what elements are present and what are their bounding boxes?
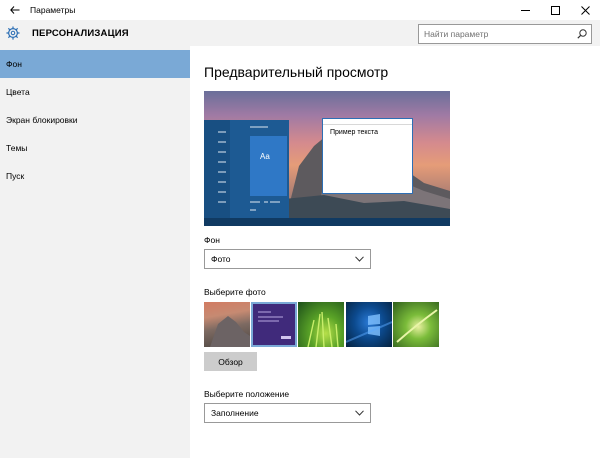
minimize-button[interactable] — [510, 0, 540, 20]
page-category-title: ПЕРСОНАЛИЗАЦИЯ — [32, 28, 129, 39]
photo-thumb-grass[interactable] — [298, 302, 344, 347]
chevron-down-icon — [355, 410, 364, 416]
preview-start-menu: Aa — [204, 120, 289, 218]
gear-icon — [6, 26, 20, 40]
title-bar: Параметры — [0, 0, 600, 20]
photo-thumb-mountain[interactable] — [204, 302, 250, 347]
maximize-button[interactable] — [540, 0, 570, 20]
background-dropdown-value: Фото — [211, 254, 231, 264]
main-content: Предварительный просмотр Aa Пример текст… — [190, 46, 600, 458]
back-arrow-icon — [10, 6, 20, 14]
photo-thumb-purple[interactable] — [251, 302, 297, 347]
sidebar-item-themes[interactable]: Темы — [0, 134, 190, 162]
preview-accent-tile: Aa — [250, 136, 287, 196]
preview-sample-text: Пример текста — [330, 129, 379, 136]
sidebar-item-colors[interactable]: Цвета — [0, 78, 190, 106]
position-dropdown[interactable]: Заполнение — [204, 403, 371, 423]
background-label: Фон — [204, 235, 220, 245]
back-button[interactable] — [0, 0, 30, 20]
minimize-icon — [520, 9, 530, 11]
preview-sample-window: Пример текста — [322, 118, 413, 194]
browse-button[interactable]: Обзор — [204, 352, 257, 371]
search-icon[interactable] — [577, 29, 587, 39]
sidebar: Фон Цвета Экран блокировки Темы Пуск — [0, 46, 190, 458]
preview-taskbar — [204, 218, 450, 226]
photo-thumb-windows-light[interactable] — [346, 302, 392, 347]
maximize-icon — [550, 5, 560, 15]
search-input[interactable] — [419, 25, 569, 43]
preview-tile-text: Aa — [260, 152, 270, 161]
desktop-preview: Aa Пример текста — [204, 91, 450, 226]
sidebar-item-background[interactable]: Фон — [0, 50, 190, 78]
photo-thumb-green-sprout[interactable] — [393, 302, 439, 347]
close-icon — [580, 5, 590, 15]
choose-position-label: Выберите положение — [204, 389, 290, 399]
choose-photo-label: Выберите фото — [204, 287, 266, 297]
sidebar-item-lock-screen[interactable]: Экран блокировки — [0, 106, 190, 134]
preview-heading: Предварительный просмотр — [204, 64, 389, 80]
preview-window-titlebar — [323, 119, 412, 125]
search-box[interactable] — [418, 24, 592, 44]
window-title: Параметры — [30, 5, 76, 15]
sidebar-item-start[interactable]: Пуск — [0, 162, 190, 190]
background-dropdown[interactable]: Фото — [204, 249, 371, 269]
close-button[interactable] — [570, 0, 600, 20]
chevron-down-icon — [355, 256, 364, 262]
position-dropdown-value: Заполнение — [211, 408, 259, 418]
